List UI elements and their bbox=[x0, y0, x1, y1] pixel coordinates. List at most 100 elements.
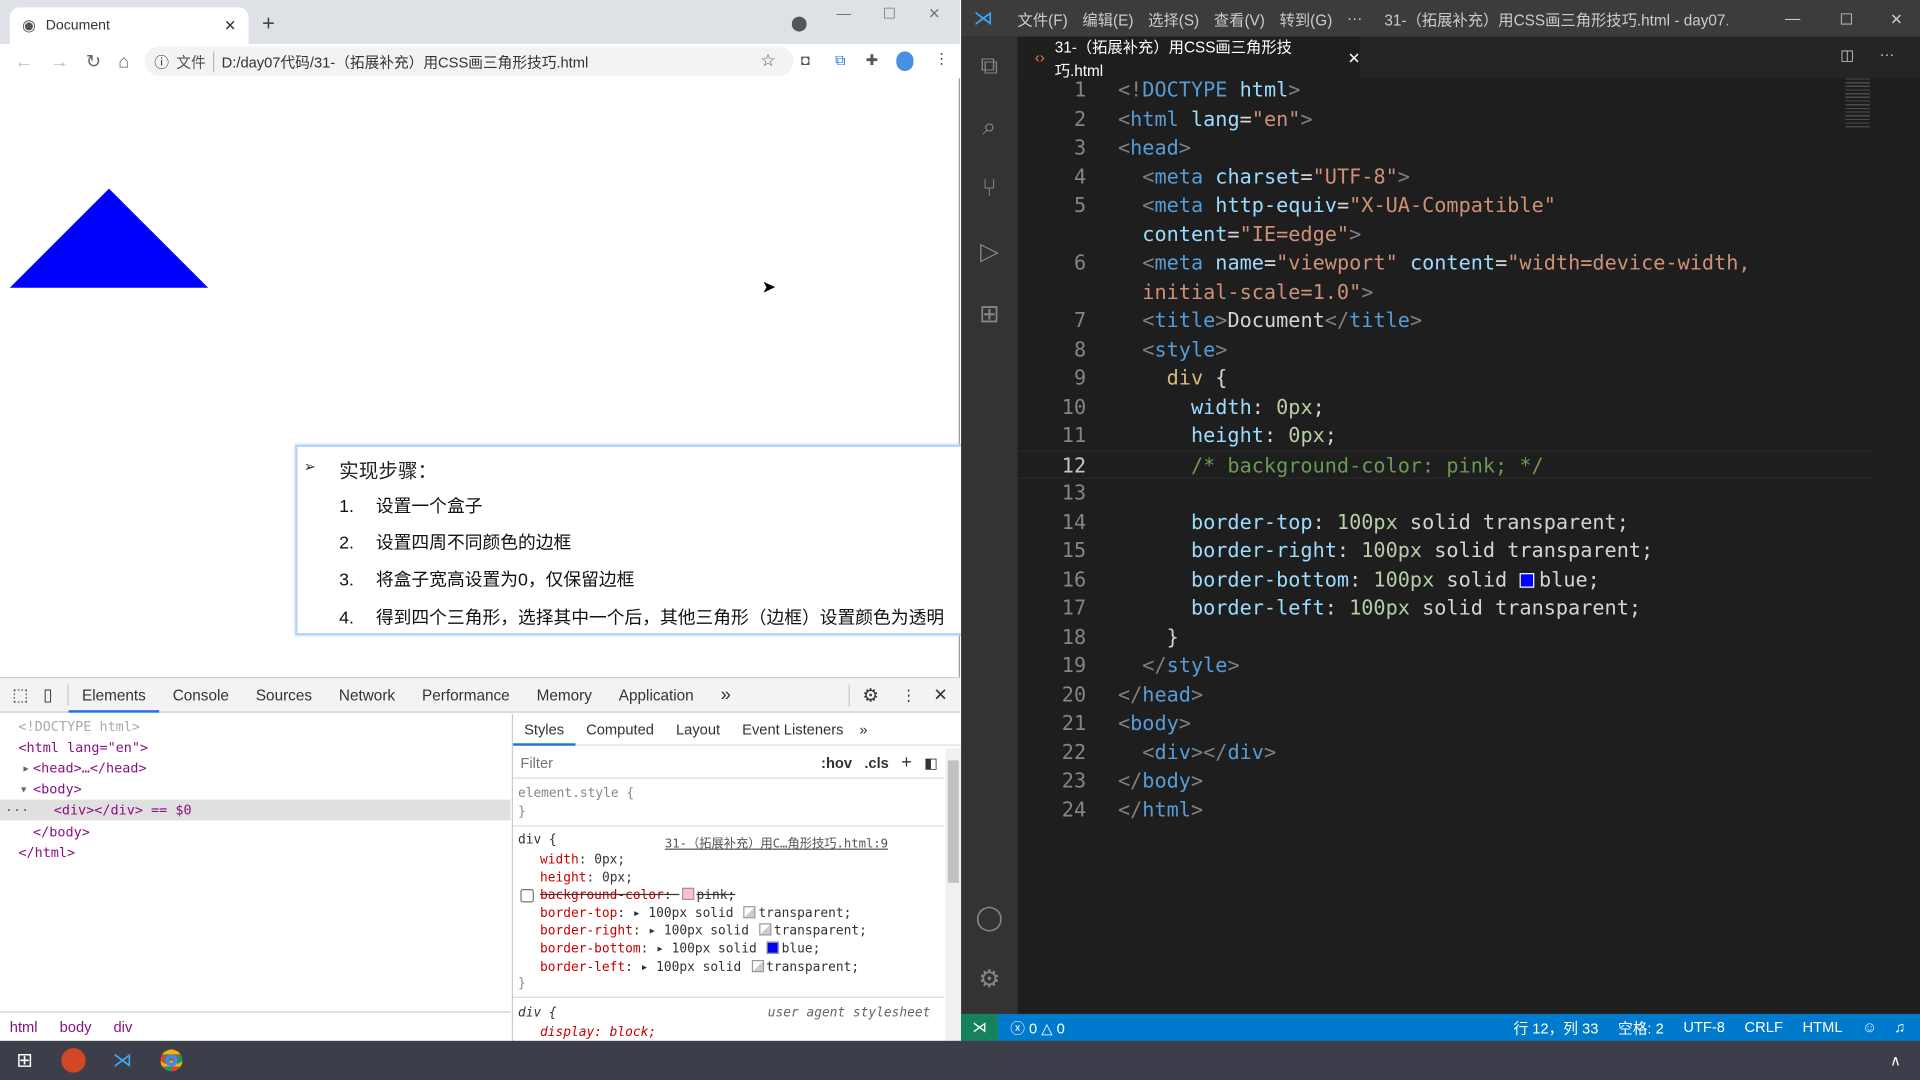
tab-network[interactable]: Network bbox=[325, 678, 408, 712]
editor-tab[interactable]: ‹› 31-（拓展补充）用CSS画三角形技巧.html ✕ bbox=[1017, 36, 1361, 80]
forward-icon[interactable]: → bbox=[50, 51, 68, 72]
source-control-icon[interactable]: ⑂ bbox=[975, 174, 1004, 203]
bookmark-star-icon[interactable]: ☆ bbox=[760, 50, 775, 71]
subtab-styles[interactable]: Styles bbox=[513, 713, 576, 746]
crumb-html[interactable]: html bbox=[10, 1019, 38, 1036]
code-line[interactable]: 17 border-left: 100px solid transparent; bbox=[1018, 594, 1875, 623]
feedback-icon[interactable]: ☺ bbox=[1852, 1019, 1887, 1036]
code-line[interactable]: 18 } bbox=[1018, 623, 1875, 652]
style-property[interactable]: width: 0px; bbox=[540, 852, 625, 867]
more-tabs-button[interactable]: » bbox=[707, 678, 744, 712]
style-property[interactable]: border-left: ▸ 100px solid transparent; bbox=[540, 959, 859, 974]
code-line[interactable]: 10 width: 0px; bbox=[1018, 392, 1875, 421]
code-line[interactable]: 21 <body> bbox=[1018, 709, 1875, 738]
dom-html[interactable]: <html lang="en"> bbox=[18, 737, 148, 758]
code-line[interactable]: 4 <meta charset="UTF-8"> bbox=[1018, 162, 1875, 191]
tab-performance[interactable]: Performance bbox=[409, 678, 524, 712]
dom-head[interactable]: <head>…</head> bbox=[33, 758, 147, 779]
menu-more[interactable]: ··· bbox=[1340, 10, 1385, 27]
powerpoint-icon[interactable] bbox=[49, 1041, 98, 1080]
address-bar[interactable]: ⓘ 文件 D:/day07代码/31-（拓展补充）用CSS画三角形技巧.html bbox=[144, 46, 794, 76]
show-hidden-icons[interactable]: ∧ bbox=[1871, 1041, 1920, 1080]
settings-gear-icon[interactable]: ⚙ bbox=[848, 683, 891, 706]
property-checkbox[interactable] bbox=[520, 889, 534, 903]
home-icon[interactable]: ⌂ bbox=[118, 51, 129, 72]
more-subtabs-button[interactable]: » bbox=[854, 721, 872, 738]
cursor-position[interactable]: 行 12，列 33 bbox=[1504, 1017, 1609, 1038]
notifications-bell-icon[interactable]: ♫ bbox=[1887, 1019, 1920, 1036]
code-editor[interactable]: 1 <!DOCTYPE html> 2 <html lang="en"> 3 <head>… bbox=[1017, 76, 1920, 1014]
menu-view[interactable]: 查看(V) bbox=[1207, 7, 1273, 30]
dom-doctype[interactable]: <!DOCTYPE html> bbox=[18, 716, 140, 737]
inspect-element-icon[interactable]: ⬚ bbox=[0, 684, 36, 705]
reload-icon[interactable]: ↻ bbox=[86, 50, 101, 72]
url-text[interactable]: D:/day07代码/31-（拓展补充）用CSS画三角形技巧.html bbox=[222, 51, 589, 72]
profile-dropdown-icon[interactable]: ⬤ bbox=[791, 15, 807, 32]
minimap[interactable] bbox=[1845, 78, 1870, 128]
manage-gear-icon[interactable]: ⚙ bbox=[975, 965, 1004, 994]
code-line[interactable]: 5 <meta http-equiv="X-UA-Compatible" bbox=[1018, 191, 1875, 220]
explorer-icon[interactable]: ⧉ bbox=[975, 51, 1004, 80]
extension-off-icon[interactable]: ⧉ bbox=[835, 51, 846, 69]
browser-tab[interactable]: ◉ Document ✕ bbox=[9, 7, 249, 45]
code-line[interactable]: 13 bbox=[1018, 479, 1875, 508]
new-tab-button[interactable]: + bbox=[262, 11, 275, 37]
tab-memory[interactable]: Memory bbox=[523, 678, 605, 712]
chrome-icon[interactable] bbox=[147, 1041, 196, 1080]
subtab-event-listeners[interactable]: Event Listeners bbox=[731, 721, 854, 738]
crumb-div[interactable]: div bbox=[114, 1019, 133, 1036]
menu-selection[interactable]: 选择(S) bbox=[1141, 7, 1207, 30]
code-line[interactable]: 3 <head> bbox=[1018, 133, 1875, 162]
code-line[interactable]: 6 <meta name="viewport" content="width=d… bbox=[1018, 249, 1875, 278]
camera-icon[interactable]: ◘ bbox=[801, 51, 810, 68]
minimize-icon[interactable]: — bbox=[836, 5, 851, 22]
menu-go[interactable]: 转到(G) bbox=[1272, 7, 1339, 30]
style-property[interactable]: border-top: ▸ 100px solid transparent; bbox=[540, 905, 851, 921]
tab-console[interactable]: Console bbox=[159, 678, 242, 712]
style-property[interactable]: border-right: ▸ 100px solid transparent; bbox=[540, 923, 867, 938]
code-line[interactable]: 9 div { bbox=[1018, 364, 1875, 393]
accounts-icon[interactable]: ◯ bbox=[975, 904, 1004, 933]
color-swatch[interactable] bbox=[751, 959, 764, 972]
tab-application[interactable]: Application bbox=[605, 678, 707, 712]
vscode-taskbar-icon[interactable]: ⋊ bbox=[98, 1041, 147, 1080]
code-line[interactable]: content="IE=edge"> bbox=[1018, 220, 1875, 249]
subtab-layout[interactable]: Layout bbox=[665, 721, 731, 738]
code-line[interactable]: 14 border-top: 100px solid transparent; bbox=[1018, 508, 1875, 537]
problems-indicator[interactable]: ⓧ 0 △ 0 bbox=[998, 1017, 1077, 1038]
puzzle-icon[interactable]: ✚ bbox=[866, 51, 878, 68]
close-devtools-icon[interactable]: ✕ bbox=[926, 684, 960, 705]
back-icon[interactable]: ← bbox=[15, 51, 33, 72]
toggle-sidebar-icon[interactable]: ◧ bbox=[918, 754, 944, 771]
code-line[interactable]: 2 <html lang="en"> bbox=[1018, 105, 1875, 134]
menu-kebab-icon[interactable]: ⋮ bbox=[934, 50, 949, 67]
close-tab-icon[interactable]: ✕ bbox=[1348, 48, 1361, 67]
dom-body-close[interactable]: </body> bbox=[33, 822, 90, 843]
avatar[interactable] bbox=[896, 51, 914, 72]
style-property[interactable]: height: 0px; bbox=[540, 870, 633, 885]
run-debug-icon[interactable]: ▷ bbox=[975, 238, 1004, 267]
rule-source-link[interactable]: 31-（拓展补充）用C…角形技巧.html:9 bbox=[665, 833, 888, 851]
code-line[interactable]: 11 height: 0px; bbox=[1018, 421, 1875, 450]
collapse-body-icon[interactable]: ▾ bbox=[20, 779, 28, 800]
tab-elements[interactable]: Elements bbox=[68, 678, 160, 713]
color-swatch[interactable] bbox=[743, 905, 756, 919]
color-swatch[interactable] bbox=[759, 923, 772, 936]
encoding[interactable]: UTF-8 bbox=[1674, 1019, 1735, 1036]
color-swatch[interactable] bbox=[766, 941, 780, 954]
close-window-icon[interactable]: ✕ bbox=[1873, 9, 1920, 27]
color-swatch[interactable] bbox=[681, 887, 695, 901]
new-rule-button[interactable]: + bbox=[895, 752, 918, 773]
code-line[interactable]: 24 </html> bbox=[1018, 795, 1875, 824]
styles-filter-input[interactable] bbox=[513, 753, 815, 771]
code-line[interactable]: 22 <div></div> bbox=[1018, 738, 1875, 767]
split-editor-icon[interactable]: ◫ bbox=[1840, 47, 1854, 64]
hov-button[interactable]: :hov bbox=[815, 754, 858, 771]
dom-html-close[interactable]: </html> bbox=[18, 842, 75, 863]
code-line[interactable]: 16 border-bottom: 100px solid blue; bbox=[1018, 565, 1875, 594]
windows-start-icon[interactable]: ⊞ bbox=[0, 1041, 49, 1080]
maximize-icon[interactable]: ☐ bbox=[1820, 9, 1873, 27]
subtab-computed[interactable]: Computed bbox=[575, 721, 665, 738]
line-ending[interactable]: CRLF bbox=[1735, 1019, 1793, 1036]
dom-body[interactable]: <body> bbox=[33, 779, 82, 800]
